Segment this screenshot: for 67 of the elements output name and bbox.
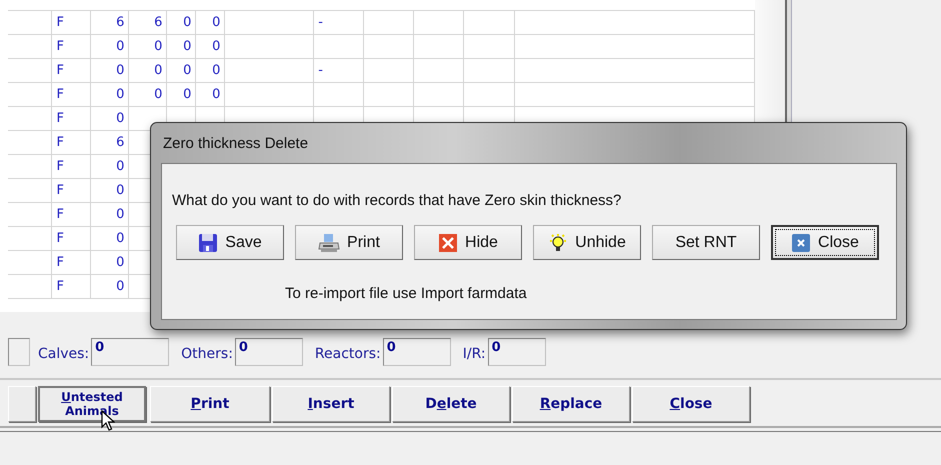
dialog-button[interactable]: Print [295,225,403,260]
table-cell: F [56,207,64,222]
table-cell: 0 [212,39,220,54]
table-cell: 0 [116,63,124,78]
count-field[interactable] [8,338,30,366]
dialog-button[interactable]: Hide [414,225,522,260]
table-cell: F [56,39,64,54]
table-cell: 0 [212,63,220,78]
dialog-button[interactable]: Unhide [533,225,641,260]
toolbar-button[interactable]: Print [150,386,270,422]
table-cell: 0 [116,279,124,294]
table-cell: 0 [183,15,192,30]
table-cell: 0 [154,87,162,102]
count-field[interactable]: 0 [234,338,303,366]
light-bulb-icon [548,232,568,252]
table-cell: 0 [116,111,124,126]
table-cell: F [56,279,64,294]
table-cell: 0 [183,63,192,78]
count-label: Calves: [38,346,90,362]
table-cell: 0 [154,39,162,54]
table-cell: 0 [116,159,124,174]
toolbar-button[interactable]: Untested Animals [38,386,146,422]
table-cell: - [318,15,323,30]
table-cell: 0 [154,63,162,78]
dialog-message: What do you want to do with records that have Zero skin thickness? [172,192,622,209]
printer-icon [318,232,340,252]
toolbar-button[interactable] [8,386,36,422]
dialog-button[interactable]: Save [176,225,284,260]
table-cell: 6 [154,15,162,30]
table-cell: 0 [183,87,192,102]
count-field[interactable]: 0 [488,338,546,366]
table-cell: 0 [116,87,124,102]
table-cell: F [56,63,64,78]
table-cell: 0 [116,255,124,270]
cross-icon [438,232,458,252]
table-cell: 0 [183,39,192,54]
toolbar-button[interactable]: Insert [272,386,390,422]
count-label: Others: [181,346,233,362]
table-cell: 0 [116,207,124,222]
table-cell: F [56,159,64,174]
count-label: Reactors: [314,346,381,362]
table-cell: 0 [212,87,220,102]
toolbar-button[interactable]: Delete [392,386,510,422]
table-cell: - [318,63,323,78]
table-cell: 6 [116,135,124,150]
count-label: I/R: [462,346,486,362]
table-cell: F [56,87,64,102]
table-cell: 0 [116,39,124,54]
table-cell: 0 [116,183,124,198]
count-field[interactable]: 0 [91,338,170,366]
dialog-note: To re-import file use Import farmdata [285,285,528,302]
table-cell: F [56,111,64,126]
table-cell: 6 [116,15,124,30]
table-cell: F [56,135,64,150]
table-cell: F [56,231,64,246]
table-cell: F [56,183,64,198]
close-icon [791,232,812,252]
table-cell: 0 [116,231,124,246]
toolbar-button[interactable]: Close [632,386,750,422]
table-cell: F [56,255,64,270]
table-cell: F [56,15,64,30]
count-field[interactable]: 0 [382,338,451,366]
dialog-title: Zero thickness Delete [162,134,310,154]
dialog-button[interactable]: Close [771,225,879,260]
toolbar-button[interactable]: Replace [512,386,630,422]
dialog-button[interactable]: Set RNT [652,225,760,260]
table-cell: 0 [212,15,220,30]
